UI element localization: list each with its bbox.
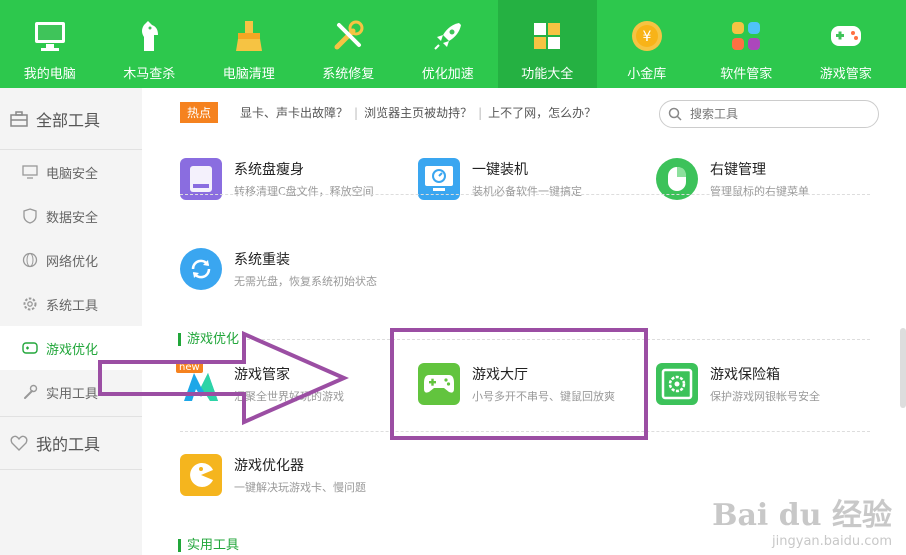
- gear-icon: [23, 297, 37, 311]
- sidebar-item-pc-security[interactable]: 电脑安全: [0, 150, 142, 194]
- baidu-jingyan-watermark: Bai du 经验 jingyan.baidu.com: [712, 490, 892, 549]
- search-box[interactable]: [659, 100, 879, 128]
- search-input[interactable]: [690, 107, 860, 121]
- sidebar-item-label: 系统工具: [46, 298, 99, 314]
- sidebar: 全部工具 电脑安全 数据安全 网络优化 系统工具 游戏优化 实用工具 我的工具: [0, 88, 142, 555]
- nav-software-manager[interactable]: 软件管家: [697, 0, 797, 88]
- sidebar-item-label: 电脑安全: [46, 166, 99, 182]
- tool-name: 一键装机: [472, 162, 528, 178]
- tool-desc: 转移清理C盘文件，释放空间: [234, 185, 374, 198]
- toolbox-icon: [10, 110, 28, 127]
- tool-name: 系统重装: [234, 252, 290, 268]
- section-utility: 实用工具: [178, 539, 239, 552]
- nav-pc-cleanup[interactable]: 电脑清理: [199, 0, 299, 88]
- nav-label: 系统修复: [322, 67, 375, 82]
- annotation-highlight-box: [390, 328, 648, 440]
- sidebar-item-network-opt[interactable]: 网络优化: [0, 238, 142, 282]
- sidebar-item-label: 数据安全: [46, 210, 99, 226]
- tool-name: 右键管理: [710, 162, 766, 178]
- grid-icon: [529, 18, 565, 54]
- trojan-horse-icon: [131, 18, 167, 54]
- nav-treasury[interactable]: ¥ 小金库: [597, 0, 697, 88]
- sidebar-my-tools-label: 我的工具: [36, 435, 101, 454]
- wrench-icon: [24, 384, 38, 399]
- wrench-icon: [330, 18, 366, 54]
- watermark-logo: Bai du 经验: [712, 498, 892, 533]
- tool-reinstall[interactable]: 系统重装无需光盘，恢复系统初始状态: [180, 248, 377, 290]
- shield-icon: [23, 208, 37, 224]
- hot-link[interactable]: 浏览器主页被劫持？: [364, 104, 472, 121]
- broom-icon: [231, 18, 267, 54]
- gamepad-icon: [22, 342, 38, 354]
- scrollbar[interactable]: [900, 328, 906, 408]
- sidebar-all-tools[interactable]: 全部工具: [0, 88, 142, 150]
- nav-label: 软件管家: [720, 67, 773, 82]
- sidebar-all-tools-label: 全部工具: [36, 110, 101, 130]
- nav-label: 功能大全: [521, 67, 574, 82]
- tool-desc: 装机必备软件一键搞定: [472, 185, 582, 198]
- top-nav: 我的电脑 木马查杀 电脑清理 系统修复 优化加速 功能大全 ¥ 小金库 软件管家…: [0, 0, 906, 88]
- main-content: 热点 显卡、声卡出故障？ | 浏览器主页被劫持？ | 上不了网，怎么办？ 系统盘…: [98, 88, 906, 555]
- tool-name: 游戏保险箱: [710, 367, 780, 383]
- sidebar-item-data-security[interactable]: 数据安全: [0, 194, 142, 238]
- nav-system-repair[interactable]: 系统修复: [299, 0, 399, 88]
- nav-label: 电脑清理: [222, 67, 275, 82]
- annotation-arrow: [98, 330, 349, 426]
- rocket-icon: [430, 18, 466, 54]
- coin-icon: ¥: [629, 18, 665, 54]
- hot-link[interactable]: 上不了网，怎么办？: [488, 104, 596, 121]
- tool-desc: 管理鼠标的右键菜单: [710, 185, 809, 198]
- sidebar-item-label: 网络优化: [46, 254, 99, 270]
- tool-name: 游戏优化器: [234, 458, 304, 474]
- heart-icon: [10, 435, 28, 451]
- search-icon: [668, 107, 682, 121]
- nav-label: 木马查杀: [123, 67, 176, 82]
- nav-label: 游戏管家: [819, 67, 872, 82]
- nav-all-features[interactable]: 功能大全: [497, 0, 597, 88]
- nav-my-computer[interactable]: 我的电脑: [0, 0, 100, 88]
- safe-icon: [656, 363, 698, 405]
- hot-separator: |: [354, 105, 359, 120]
- monitor-icon: [32, 18, 68, 54]
- nav-label: 小金库: [627, 67, 667, 82]
- tool-game-safe[interactable]: 游戏保险箱保护游戏网银帐号安全: [656, 363, 820, 405]
- globe-icon: [22, 252, 38, 268]
- pc-icon: [22, 165, 38, 179]
- sidebar-item-label: 游戏优化: [46, 342, 99, 358]
- nav-game-manager[interactable]: 游戏管家: [796, 0, 896, 88]
- apps-icon: [728, 18, 764, 54]
- nav-label: 优化加速: [421, 67, 474, 82]
- refresh-icon: [180, 248, 222, 290]
- nav-speedup[interactable]: 优化加速: [398, 0, 498, 88]
- gamepad-icon: [828, 18, 864, 54]
- tool-desc: 无需光盘，恢复系统初始状态: [234, 275, 377, 288]
- hot-link[interactable]: 显卡、声卡出故障？: [240, 104, 348, 121]
- tool-name: 系统盘瘦身: [234, 162, 304, 178]
- tool-desc: 一键解决玩游戏卡、慢问题: [234, 481, 366, 494]
- watermark-url: jingyan.baidu.com: [772, 534, 892, 549]
- tool-game-optimizer[interactable]: 游戏优化器一键解决玩游戏卡、慢问题: [180, 454, 366, 496]
- sidebar-item-system-tools[interactable]: 系统工具: [0, 282, 142, 326]
- nav-label: 我的电脑: [23, 67, 76, 82]
- hot-separator: |: [478, 105, 483, 120]
- pacman-icon: [180, 454, 222, 496]
- nav-trojan-scan[interactable]: 木马查杀: [100, 0, 200, 88]
- tool-desc: 保护游戏网银帐号安全: [710, 390, 820, 403]
- divider: [180, 194, 870, 195]
- sidebar-item-label: 实用工具: [46, 386, 99, 402]
- hot-topics-bar: 热点 显卡、声卡出故障？ | 浏览器主页被劫持？ | 上不了网，怎么办？: [180, 102, 596, 123]
- hot-badge: 热点: [180, 102, 219, 123]
- svg-text:¥: ¥: [642, 29, 651, 45]
